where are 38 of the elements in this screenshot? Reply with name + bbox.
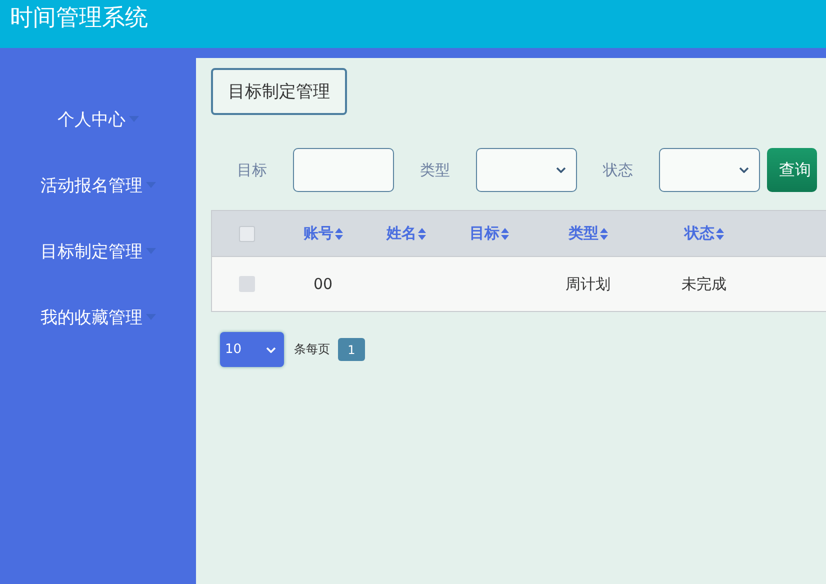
page-size-select[interactable]: 10 bbox=[220, 332, 284, 367]
caret-icon bbox=[146, 182, 156, 188]
table-cell-text: 周计划 bbox=[564, 274, 612, 294]
caret-icon bbox=[128, 116, 138, 122]
sort-icon[interactable] bbox=[716, 228, 724, 240]
column-header[interactable]: 账号 bbox=[282, 224, 364, 243]
column-header[interactable]: 状态 bbox=[646, 224, 762, 243]
sort-icon[interactable] bbox=[600, 228, 608, 240]
table-cell-text: 未完成 bbox=[680, 274, 728, 294]
input-field[interactable] bbox=[293, 148, 394, 192]
field-label: 状态 bbox=[602, 160, 634, 180]
column-header[interactable]: 类型 bbox=[530, 224, 646, 243]
sort-icon[interactable] bbox=[334, 228, 342, 240]
chevron-icon bbox=[266, 346, 276, 352]
checkbox[interactable] bbox=[239, 226, 255, 242]
sidebar-menu-item[interactable]: 个人中心 bbox=[58, 106, 138, 132]
page-button[interactable]: 1 bbox=[338, 338, 365, 361]
sidebar-menu-item[interactable]: 我的收藏管理 bbox=[40, 304, 156, 330]
column-header[interactable]: 目标 bbox=[448, 224, 530, 243]
field-label: 目标 bbox=[236, 160, 268, 180]
sidebar-menu-item[interactable]: 目标制定管理 bbox=[40, 238, 156, 264]
app-title: 时间管理系统 bbox=[10, 4, 148, 32]
select-field[interactable] bbox=[476, 148, 577, 192]
sort-icon[interactable] bbox=[418, 228, 426, 240]
page-size-label: 条每页 bbox=[294, 341, 330, 358]
table-cell-text: 00 bbox=[312, 275, 334, 293]
caret-icon bbox=[146, 314, 156, 320]
field-label: 类型 bbox=[419, 160, 451, 180]
sidebar-menu-item[interactable]: 活动报名管理 bbox=[40, 172, 156, 198]
select-field[interactable] bbox=[659, 148, 760, 192]
checkbox[interactable] bbox=[239, 276, 255, 292]
column-header[interactable]: 姓名 bbox=[364, 224, 448, 243]
chevron-icon bbox=[556, 167, 566, 173]
chevron-icon bbox=[739, 167, 749, 173]
breadcrumb-button[interactable]: 目标制定管理 bbox=[211, 68, 347, 115]
search-button[interactable]: 查询 bbox=[767, 148, 817, 192]
sort-icon[interactable] bbox=[500, 228, 508, 240]
caret-icon bbox=[146, 248, 156, 254]
